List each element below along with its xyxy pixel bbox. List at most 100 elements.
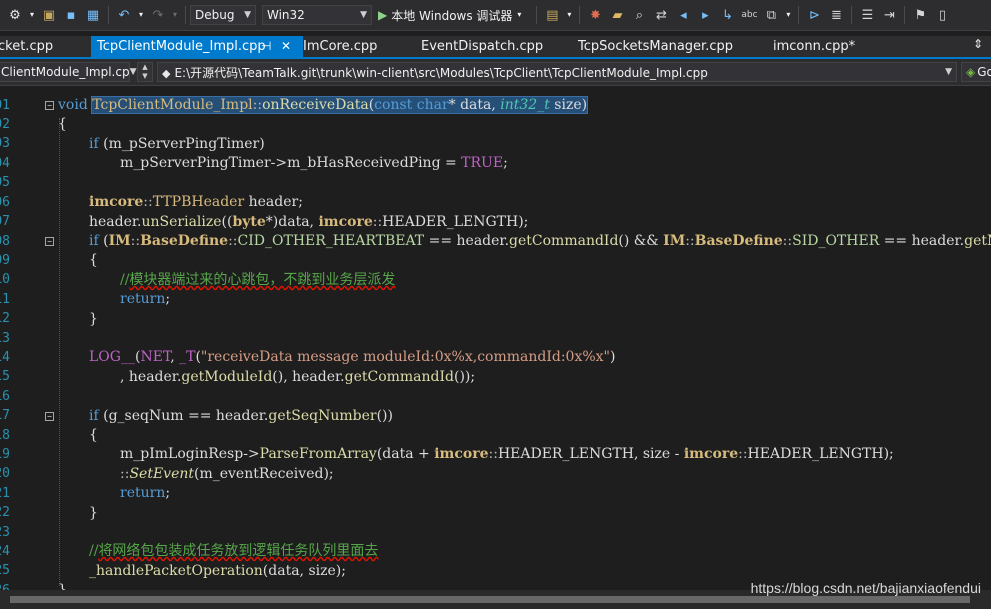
code-line: 02 − void TcpClientModule_Impl::onReceiv… xyxy=(0,96,991,132)
code-line: 25 //将网络包包装成任务放到逻辑任务队列里面去 xyxy=(0,542,991,578)
tab-label: cket.cpp xyxy=(0,39,54,54)
code-editor[interactable]: 01 02 − void TcpClientModule_Impl::onRec… xyxy=(0,86,991,590)
tab-imconn-cpp[interactable]: imconn.cpp* xyxy=(773,36,855,57)
find-in-files-icon[interactable]: ▤ xyxy=(543,6,561,24)
code-line: 07 imcore::TTPBHeader header; xyxy=(0,193,991,229)
navigation-bar: ClientModule_Impl.cp ▼ ▲ ▼ ◆ E:\开源代码\TeamT… xyxy=(0,59,991,86)
dropdown-icon[interactable]: ▾ xyxy=(28,6,36,24)
split-window-button[interactable]: ▲ ▼ xyxy=(137,62,153,82)
code-line: 05 m_pServerPingTimer->m_bHasReceivedPin… xyxy=(0,154,991,190)
collapse-icon[interactable]: − xyxy=(45,101,54,110)
tab-label: TcpSocketsManager.cpp xyxy=(578,39,733,54)
code-line: 15 LOG__(NET, _T("receiveData message mo… xyxy=(0,348,991,384)
watermark: https://blog.csdn.net/bajianxiaofendui xyxy=(750,580,981,596)
step-icon[interactable]: ↳ xyxy=(718,6,736,24)
code-line: 13 } xyxy=(0,310,991,346)
tab-label: TcpClientModule_Impl.cpp xyxy=(97,39,266,54)
code-line: 21 ::SetEvent(m_eventReceived); xyxy=(0,465,991,501)
tab-overflow-icon[interactable]: ⇕ xyxy=(973,37,983,51)
dropdown-icon[interactable]: ▾ xyxy=(784,6,792,24)
dropdown-icon[interactable]: ▾ xyxy=(171,6,179,24)
code-line: 26 _handlePacketOperation(data, size); xyxy=(0,562,991,590)
platform-value: Win32 xyxy=(267,8,305,22)
code-line: 17 xyxy=(0,387,991,423)
close-icon[interactable]: ✕ xyxy=(281,36,291,57)
abc-icon[interactable]: abc xyxy=(740,6,758,24)
code-line: 16 , header.getModuleId(), header.getCom… xyxy=(0,368,991,404)
code-line: 11 //模块器端过来的心跳包，不跳到业务层派发 xyxy=(0,271,991,307)
toolbar-divider xyxy=(904,6,906,24)
file-icon: ◆ xyxy=(162,66,171,80)
toggle-icon[interactable]: ⊳ xyxy=(805,6,823,24)
code-line: 09 − if (IM::BaseDefine::CID_OTHER_HEART… xyxy=(0,232,991,268)
tab-label: imconn.cpp* xyxy=(773,39,856,54)
debug-settings-icon[interactable]: ⚙ xyxy=(6,6,24,24)
code-line: 10 { xyxy=(0,251,991,287)
tab-tcpclientmodule-impl-cpp[interactable]: TcpClientModule_Impl.cpp ⊣ ✕ xyxy=(91,36,303,57)
build-icon[interactable]: ✸ xyxy=(586,6,604,24)
code-line: 20 m_pImLoginResp->ParseFromArray(data +… xyxy=(0,445,991,481)
code-line: 14 xyxy=(0,329,991,365)
chevron-down-icon: ▼ xyxy=(945,67,952,77)
toolbar-divider xyxy=(108,6,109,24)
bookmark-next-icon[interactable]: ▸ xyxy=(696,6,714,24)
redo-icon[interactable]: ↷ xyxy=(149,6,167,24)
code-line: 18 − if (g_seqNum == header.getSeqNumber… xyxy=(0,407,991,443)
save-all-icon[interactable]: ▦ xyxy=(84,6,102,24)
platform-select[interactable]: Win32 ▼ xyxy=(262,5,372,25)
comment-icon[interactable]: ≣ xyxy=(827,6,845,24)
bookmark-prev-icon[interactable]: ◂ xyxy=(674,6,692,24)
replace-icon[interactable]: ⇄ xyxy=(652,6,670,24)
find-icon[interactable]: ⌕ xyxy=(630,6,648,24)
open-folder-icon[interactable]: ▰ xyxy=(608,6,626,24)
tab-eventdispatch-cpp[interactable]: EventDispatch.cpp xyxy=(421,36,543,57)
toolbar-divider xyxy=(185,6,186,24)
document-tab-bar: cket.cpp TcpClientModule_Impl.cpp ⊣ ✕ Im… xyxy=(0,36,991,57)
run-local-debugger-button[interactable]: ▶ 本地 Windows 调试器 ▾ xyxy=(378,6,526,24)
tab-tcpsocketsmanager-cpp[interactable]: TcpSocketsManager.cpp xyxy=(578,36,733,57)
scrollbar-thumb[interactable] xyxy=(10,596,970,603)
configuration-value: Debug xyxy=(195,8,235,22)
undo-icon[interactable]: ↶ xyxy=(115,6,133,24)
scope-select[interactable]: ClientModule_Impl.cp ▼ xyxy=(0,62,137,82)
code-line: 23 } xyxy=(0,504,991,540)
more-icon[interactable]: ▯ xyxy=(933,6,951,24)
toolbar-divider xyxy=(579,6,581,24)
configuration-select[interactable]: Debug ▼ xyxy=(190,5,256,25)
tab-socket-cpp[interactable]: cket.cpp xyxy=(0,36,53,57)
bookmark-icon[interactable]: ⚑ xyxy=(911,6,929,24)
collapse-icon[interactable]: − xyxy=(45,237,54,246)
indent-icon[interactable]: ⇥ xyxy=(880,6,898,24)
member-select[interactable]: ◈ Go xyxy=(961,62,991,82)
copy-icon[interactable]: ⧉ xyxy=(762,6,780,24)
tab-label: ImCore.cpp xyxy=(303,39,378,54)
save-icon[interactable]: ▪ xyxy=(62,6,80,24)
code-line: 22 return; xyxy=(0,484,991,520)
main-toolbar: ⚙ ▾ ▣ ▪ ▦ ↶ ▾ ↷ ▾ Debug ▼ Win32 ▼ ▶ 本地 W… xyxy=(0,0,991,31)
new-file-icon[interactable]: ▣ xyxy=(40,6,58,24)
scope-value: ClientModule_Impl.cp xyxy=(1,65,130,79)
code-line: 01 xyxy=(0,86,991,113)
code-line: 06 xyxy=(0,174,991,210)
code-line: 12 return; xyxy=(0,290,991,326)
uncomment-icon[interactable]: ☰ xyxy=(858,6,876,24)
file-path-select[interactable]: ◆ E:\开源代码\TeamTalk.git\trunk\win-client\s… xyxy=(157,62,957,82)
collapse-icon[interactable]: − xyxy=(45,412,54,421)
tab-imcore-cpp[interactable]: ImCore.cpp xyxy=(303,36,377,57)
code-line: 19 { xyxy=(0,426,991,462)
chevron-down-icon[interactable]: ▾ xyxy=(514,6,524,24)
chevron-down-icon: ▼ xyxy=(244,10,251,20)
member-value: Go xyxy=(977,65,991,79)
pin-icon[interactable]: ⊣ xyxy=(261,36,271,57)
run-label: 本地 Windows 调试器 xyxy=(391,8,513,23)
code-line: 04 if (m_pServerPingTimer) xyxy=(0,135,991,171)
toolbar-divider xyxy=(536,6,538,24)
code-line: 24 xyxy=(0,523,991,559)
dropdown-icon[interactable]: ▾ xyxy=(137,6,145,24)
chevron-down-icon: ▼ xyxy=(129,67,137,77)
dropdown-icon[interactable]: ▾ xyxy=(565,6,573,24)
chevron-down-icon: ▼ xyxy=(360,10,367,20)
toolbar-divider xyxy=(798,6,800,24)
play-icon: ▶ xyxy=(378,8,388,22)
toolbar-divider xyxy=(851,6,853,24)
